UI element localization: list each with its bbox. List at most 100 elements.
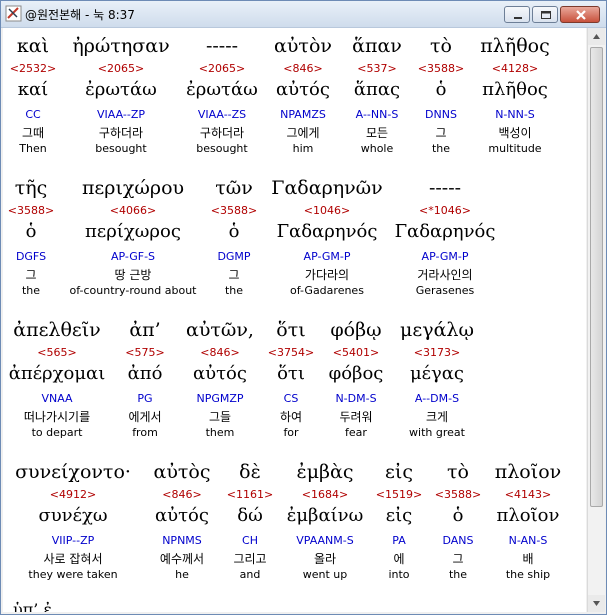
greek-word: ----- xyxy=(205,35,239,57)
lemma: ἀπό xyxy=(127,363,163,384)
strong-number: <2065> xyxy=(97,62,145,75)
korean-gloss: 그 xyxy=(435,126,447,140)
lemma: ἅπας xyxy=(353,79,401,100)
parsing-code: VPAANM-S xyxy=(296,534,354,547)
greek-word: τὸ xyxy=(447,461,469,483)
greek-word: ἐμβὰς xyxy=(296,461,354,483)
strong-number: <3754> xyxy=(267,346,315,359)
lemma: αὐτός xyxy=(276,79,330,100)
korean-gloss: 땅 근방 xyxy=(114,268,152,282)
english-gloss: Then xyxy=(19,142,47,155)
interlinear-text-area[interactable]: καὶ <2532> καί CC 그때 Then ἠρώτησαν <2065… xyxy=(3,28,586,612)
english-gloss: the xyxy=(224,284,244,297)
parsing-code: CC xyxy=(25,108,41,121)
parsing-code: A--NN-S xyxy=(355,108,399,121)
parsing-code: N-DM-S xyxy=(335,392,377,405)
lemma: ἐμβαίνω xyxy=(286,505,364,526)
lemma: αὐτός xyxy=(193,363,247,384)
korean-gloss: 하여 xyxy=(279,410,303,424)
korean-gloss: 그 xyxy=(228,268,240,282)
korean-gloss: 두려워 xyxy=(339,410,373,424)
minimize-button[interactable] xyxy=(504,6,530,23)
greek-word: φόβῳ xyxy=(330,319,382,341)
strong-number: <1046> xyxy=(303,204,351,217)
strong-number: <4143> xyxy=(504,488,552,501)
korean-gloss: 그 xyxy=(25,268,37,282)
strong-number: <4066> xyxy=(109,204,157,217)
korean-gloss: 백성이 xyxy=(498,126,532,140)
english-gloss: besought xyxy=(95,142,147,155)
lemma: μέγας xyxy=(409,363,465,384)
korean-gloss: 크게 xyxy=(425,410,449,424)
lemma: καί xyxy=(17,79,49,100)
english-gloss: them xyxy=(205,426,235,439)
greek-word: μεγάλῳ xyxy=(400,319,474,341)
greek-word: συνείχοντο· xyxy=(15,461,131,483)
strong-number: <3588> xyxy=(434,488,482,501)
english-gloss: the ship xyxy=(505,568,551,581)
korean-gloss: 구하더라 xyxy=(199,126,245,140)
title-bar[interactable]: @원전본해 - 눅 8:37 xyxy=(1,1,606,28)
parsing-code: N-NN-S xyxy=(495,108,535,121)
scroll-up-arrow[interactable] xyxy=(588,28,605,45)
greek-word: τῆς xyxy=(14,177,48,199)
strong-number: <3588> xyxy=(417,62,465,75)
greek-word: τὸ xyxy=(430,35,452,57)
parsing-code: DNNS xyxy=(425,108,457,121)
english-gloss: for xyxy=(283,426,299,439)
vertical-scrollbar[interactable] xyxy=(587,28,605,612)
english-gloss: of-Gadarenes xyxy=(290,284,364,297)
strong-number: <3588> xyxy=(7,204,55,217)
greek-word: ἀπελθεῖν xyxy=(13,319,101,341)
greek-word: αὐτὸν xyxy=(274,35,332,57)
parsing-code: DGMP xyxy=(217,250,251,263)
korean-gloss: 그들 xyxy=(208,410,232,424)
lemma: ἐρωτάω xyxy=(85,79,157,100)
english-gloss: fear xyxy=(345,426,367,439)
english-gloss: with great xyxy=(409,426,465,439)
english-gloss: whole xyxy=(360,142,394,155)
next-row-partial-text: ὑπ’ ἐ xyxy=(13,600,52,612)
korean-gloss: 에게서 xyxy=(128,410,162,424)
english-gloss: multitude xyxy=(488,142,542,155)
strong-number: <5401> xyxy=(332,346,380,359)
parsing-code: PG xyxy=(137,392,153,405)
lemma: ὁ xyxy=(452,505,464,526)
scrollbar-thumb[interactable] xyxy=(590,47,603,507)
greek-word: περιχώρου xyxy=(81,177,185,199)
app-icon[interactable] xyxy=(5,5,22,22)
parsing-code: CS xyxy=(283,392,299,405)
english-gloss: the xyxy=(21,284,41,297)
parsing-code: N-AN-S xyxy=(508,534,548,547)
lemma: εἰς xyxy=(385,505,413,526)
english-gloss: from xyxy=(132,426,158,439)
lemma: φόβος xyxy=(328,363,384,384)
strong-number: <846> xyxy=(200,346,240,359)
strong-number: <1161> xyxy=(226,488,274,501)
greek-word: Γαδαρηνῶν xyxy=(271,177,383,199)
lemma: ὁ xyxy=(25,221,37,242)
english-gloss: they were taken xyxy=(28,568,118,581)
maximize-button[interactable] xyxy=(532,6,558,23)
parsing-code: NPGMZP xyxy=(196,392,244,405)
parsing-code: VIIP--ZP xyxy=(51,534,95,547)
lemma: ἐρωτάω xyxy=(186,79,258,100)
close-button[interactable] xyxy=(560,6,600,23)
scroll-down-arrow[interactable] xyxy=(588,595,605,612)
english-gloss: the xyxy=(431,142,451,155)
greek-word: καὶ xyxy=(16,35,50,57)
parsing-code: AP-GF-S xyxy=(110,250,156,263)
parsing-code: AP-GM-P xyxy=(303,250,351,263)
lemma: ὁ xyxy=(228,221,240,242)
korean-gloss: 올라 xyxy=(313,552,337,566)
parsing-code: NPNMS xyxy=(162,534,202,547)
greek-word: αὐτῶν, xyxy=(186,319,254,341)
strong-number: <2065> xyxy=(198,62,246,75)
lemma: ἀπέρχομαι xyxy=(8,363,106,384)
parsing-code: VNAA xyxy=(41,392,73,405)
lemma: ὅτι xyxy=(277,363,305,384)
korean-gloss: 그 xyxy=(452,552,464,566)
korean-gloss: 사로 잡혀서 xyxy=(43,552,103,566)
english-gloss: him xyxy=(292,142,314,155)
parsing-code: VIAA--ZP xyxy=(97,108,145,121)
